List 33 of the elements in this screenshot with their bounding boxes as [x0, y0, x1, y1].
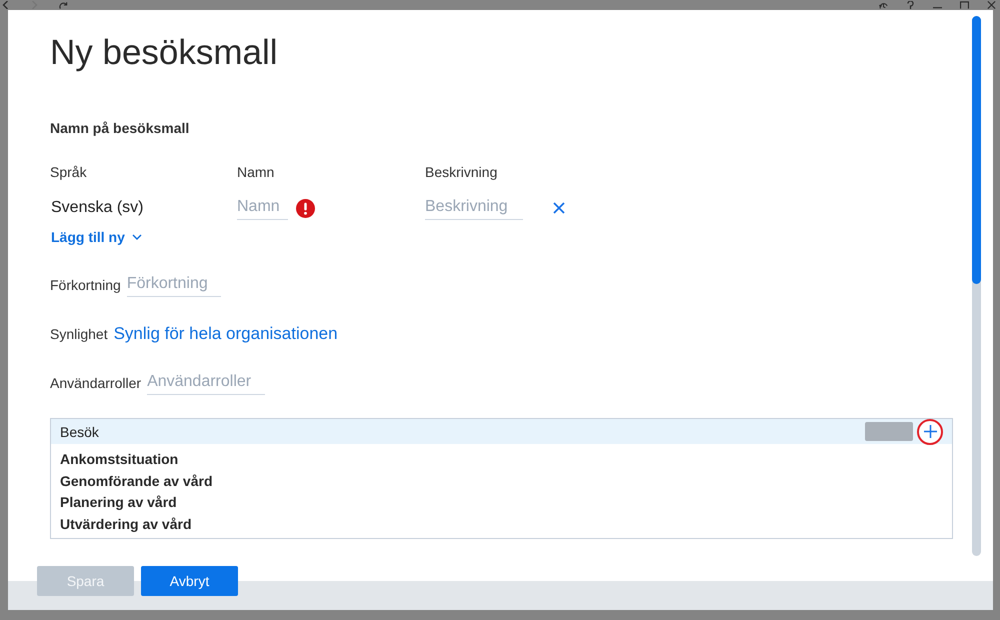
maximize-icon[interactable] — [960, 1, 969, 9]
name-input[interactable]: Namn — [237, 196, 288, 220]
field-label: Användarroller — [50, 375, 142, 391]
scrollbar-thumb[interactable] — [972, 16, 981, 284]
add-language-link[interactable]: Lägg till ny — [51, 228, 142, 246]
help-icon[interactable] — [906, 1, 915, 9]
column-header: Namn — [237, 163, 276, 181]
chevron-down-icon — [132, 234, 142, 240]
field-label: Synlighet — [50, 326, 108, 342]
panel-title: Besök — [60, 424, 100, 440]
add-button[interactable] — [917, 418, 943, 444]
text-input[interactable]: Användarroller — [147, 372, 265, 394]
section-item[interactable]: Ankomstsituation — [60, 449, 952, 470]
text-input[interactable]: Förkortning — [126, 274, 222, 296]
history-icon[interactable] — [879, 1, 888, 9]
section-heading: Namn på besöksmall — [50, 119, 190, 137]
section-item[interactable]: Planering av vård — [60, 492, 952, 514]
close-window-icon[interactable] — [987, 1, 996, 9]
refresh-icon[interactable] — [59, 1, 68, 9]
language-text: Svenska (sv) — [50, 199, 144, 217]
column-header: Språk — [50, 163, 88, 181]
plus-icon — [924, 425, 936, 438]
section-item[interactable]: Utvärdering av vård — [60, 514, 952, 535]
section-item[interactable]: Genomförande av vård — [60, 470, 952, 492]
close-icon[interactable] — [553, 202, 566, 214]
cancel-button[interactable]: Avbryt — [141, 566, 238, 596]
description-input[interactable]: Beskrivning — [425, 196, 524, 220]
field-label: Förkortning — [50, 277, 121, 293]
dialog-title: Ny besöksmall — [50, 32, 278, 74]
column-header: Beskrivning — [425, 163, 498, 181]
visibility-link[interactable]: Synlig för hela organisationen — [114, 324, 338, 344]
back-icon[interactable] — [1, 1, 10, 9]
scrollbar[interactable] — [972, 16, 981, 556]
